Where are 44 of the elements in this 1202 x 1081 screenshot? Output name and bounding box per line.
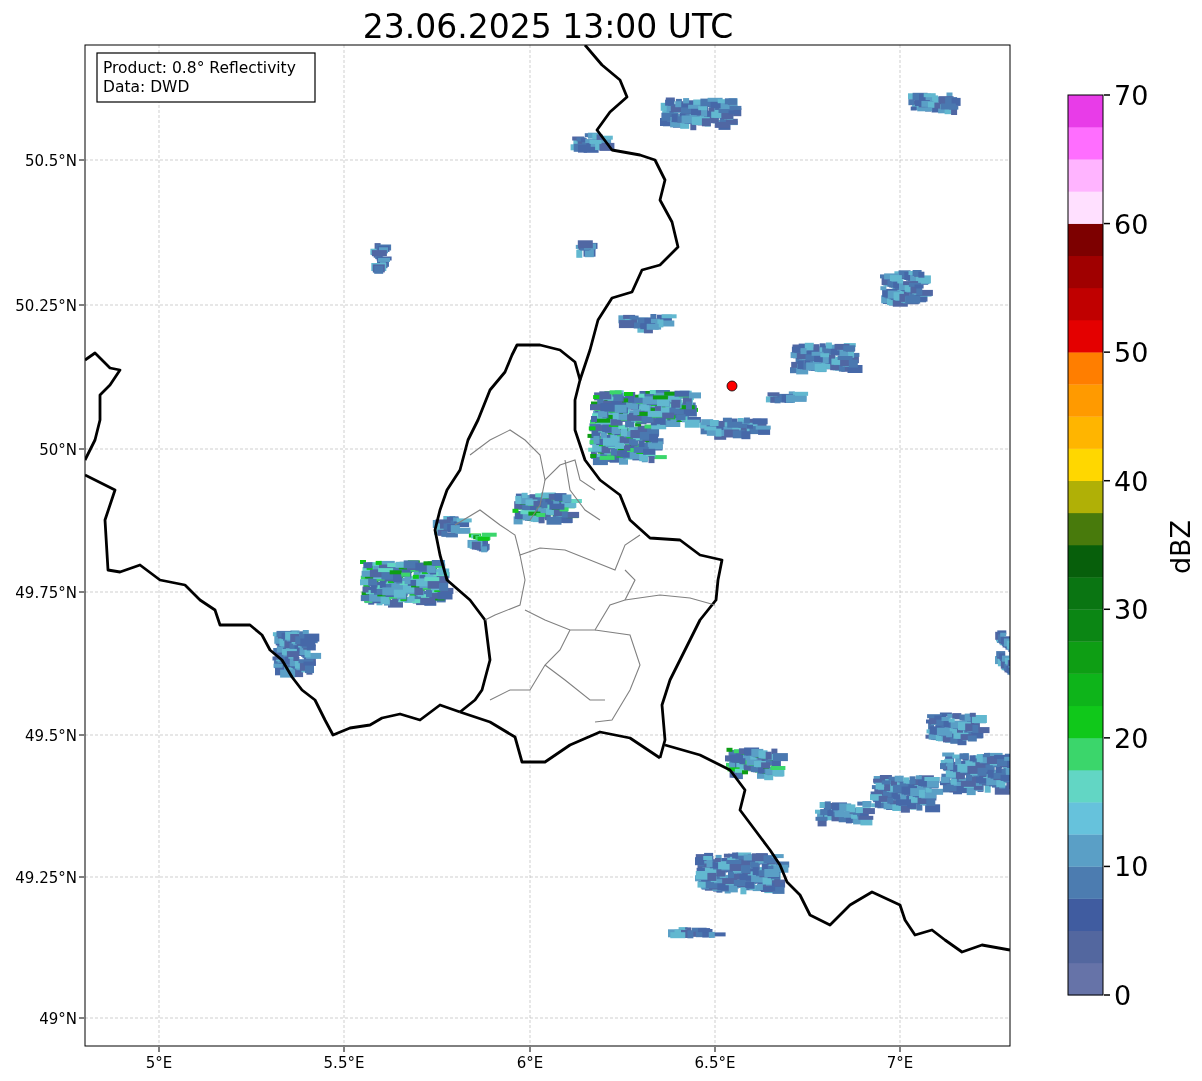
tick-mark	[1103, 222, 1111, 225]
latitude-label: 50°N	[39, 441, 77, 459]
tick-mark	[1103, 737, 1111, 739]
latitude-label: 49°N	[39, 1010, 77, 1028]
tick-mark	[1103, 94, 1111, 96]
tick-mark	[78, 448, 85, 450]
tick-mark	[899, 1046, 901, 1053]
colorbar-tick-label: 50	[1114, 337, 1149, 369]
latitude-label: 49.25°N	[15, 869, 77, 887]
colorbar-tick-label: 40	[1114, 465, 1149, 497]
latitude-label: 50.25°N	[15, 297, 77, 315]
colorbar-tick-label: 70	[1114, 80, 1149, 111]
info-text: Product: 0.8° Reflectivity	[103, 59, 296, 77]
tick-mark	[714, 1046, 716, 1053]
chart-title: 23.06.2025 13:00 UTC	[362, 7, 734, 46]
info-text: Data: DWD	[103, 78, 190, 96]
longitude-label: 6°E	[516, 1054, 544, 1072]
colorbar-tick-label: 0	[1114, 980, 1132, 1011]
tick-mark	[78, 876, 85, 878]
tick-mark	[78, 591, 85, 593]
latitude-label: 49.75°N	[15, 584, 77, 602]
longitude-label: 5°E	[145, 1054, 173, 1072]
colorbar-tick-label: 20	[1114, 722, 1149, 754]
longitude-label: 7°E	[886, 1054, 914, 1072]
colorbar-tick-label: 10	[1114, 851, 1149, 883]
tick-mark	[1103, 994, 1111, 996]
colorbar-tick-label: 30	[1114, 594, 1149, 626]
tick-mark	[1103, 865, 1111, 868]
tick-mark	[158, 1046, 160, 1053]
latitude-label: 50.5°N	[24, 152, 77, 170]
latitude-label: 49.5°N	[24, 727, 77, 745]
longitude-label: 6.5°E	[694, 1054, 736, 1072]
colorbar-tick-label: 60	[1114, 208, 1149, 240]
tick-mark	[1103, 608, 1111, 611]
tick-mark	[1103, 479, 1111, 482]
longitude-label: 5.5°E	[323, 1054, 365, 1072]
colorbar-label: dBZ	[1165, 519, 1196, 575]
tick-mark	[78, 734, 85, 736]
tick-mark	[78, 304, 85, 306]
tick-mark	[1103, 351, 1111, 353]
tick-mark	[78, 1017, 85, 1019]
tick-mark	[343, 1046, 345, 1053]
tick-mark	[529, 1046, 531, 1053]
tick-mark	[78, 159, 85, 161]
